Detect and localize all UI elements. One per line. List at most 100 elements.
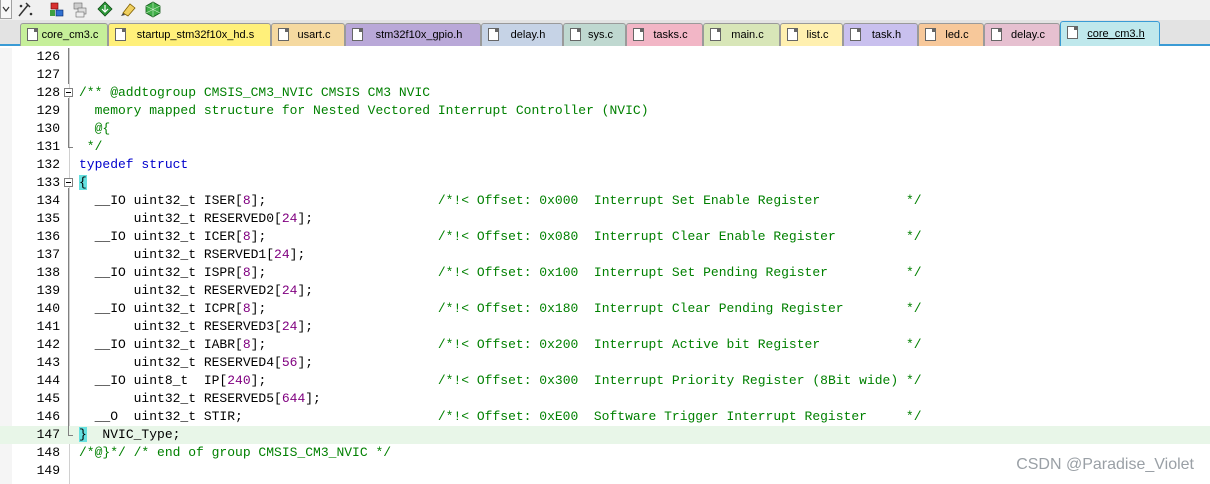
code-line[interactable]: 131 */	[0, 138, 1210, 156]
line-number: 146	[36, 409, 60, 424]
toolbar-dropdown[interactable]	[0, 0, 12, 19]
line-number: 144	[36, 373, 60, 388]
line-number: 145	[36, 391, 60, 406]
debug-icon[interactable]	[120, 1, 138, 18]
download-icon[interactable]	[96, 1, 114, 18]
code-text: uint32_t RESERVED4[56];	[79, 355, 314, 370]
tab-usart-c[interactable]: usart.c	[271, 23, 345, 46]
tab-tasks-c[interactable]: tasks.c	[626, 23, 703, 46]
line-number: 141	[36, 319, 60, 334]
code-text: /** @addtogroup CMSIS_CM3_NVIC CMSIS CM3…	[79, 85, 431, 100]
code-text: __IO uint32_t ICPR[8]; /*!< Offset: 0x18…	[79, 301, 922, 316]
code-line[interactable]: 147} NVIC_Type;	[0, 426, 1210, 444]
code-text: __IO uint32_t ISPR[8]; /*!< Offset: 0x10…	[79, 265, 922, 280]
tab-label: delay.h	[510, 29, 546, 41]
line-number: 126	[36, 49, 60, 64]
code-line[interactable]: 139 uint32_t RESERVED2[24];	[0, 282, 1210, 300]
tab-list-c[interactable]: list.c	[780, 23, 843, 46]
tab-label: usart.c	[297, 29, 331, 41]
tab-label: tasks.c	[653, 29, 688, 41]
line-number: 149	[36, 463, 60, 478]
line-number: 140	[36, 301, 60, 316]
tab-led-c[interactable]: led.c	[918, 23, 984, 46]
line-number: 142	[36, 337, 60, 352]
editor-tab-bar: core_cm3.c startup_stm32f10x_hd.s usart.…	[0, 20, 1210, 46]
tab-startup-stm32f10x-hd-s[interactable]: startup_stm32f10x_hd.s	[108, 23, 271, 46]
tab-stm32f10x-gpio-h[interactable]: stm32f10x_gpio.h	[345, 23, 481, 46]
code-line[interactable]: 142 __IO uint32_t IABR[8]; /*!< Offset: …	[0, 336, 1210, 354]
line-number: 138	[36, 265, 60, 280]
build-target-icon[interactable]	[48, 1, 66, 18]
code-line[interactable]: 137 uint32_t RSERVED1[24];	[0, 246, 1210, 264]
code-text: uint32_t RESERVED3[24];	[79, 319, 314, 334]
line-number: 137	[36, 247, 60, 262]
tab-label: list.c	[806, 29, 829, 41]
code-text: @{	[79, 121, 111, 136]
code-text: uint32_t RESERVED0[24];	[79, 211, 314, 226]
watermark: CSDN @Paradise_Violet	[1016, 456, 1194, 473]
line-number: 139	[36, 283, 60, 298]
code-text: } NVIC_Type;	[79, 427, 181, 442]
code-line[interactable]: 132 typedef struct	[0, 156, 1210, 174]
line-number: 136	[36, 229, 60, 244]
fold-toggle-icon[interactable]	[64, 88, 73, 97]
tab-task-h[interactable]: task.h	[843, 23, 918, 46]
dropdown-arrow-icon	[2, 6, 10, 12]
fold-end-mark	[68, 435, 73, 436]
code-editor[interactable]: 126 127 128 /** @addtogroup CMSIS_CM3_NVIC …	[0, 48, 1210, 484]
tab-core-cm3-c[interactable]: core_cm3.c	[20, 23, 108, 46]
code-text: __O uint32_t STIR; /*!< Offset: 0xE00 So…	[79, 409, 922, 424]
tab-label: main.c	[731, 29, 764, 41]
tab-label: startup_stm32f10x_hd.s	[136, 29, 255, 41]
code-line[interactable]: 143 uint32_t RESERVED4[56];	[0, 354, 1210, 372]
code-line[interactable]: 140 __IO uint32_t ICPR[8]; /*!< Offset: …	[0, 300, 1210, 318]
fold-end-mark	[68, 147, 73, 148]
tab-label: task.h	[871, 29, 902, 41]
line-number: 132	[36, 157, 60, 172]
code-line[interactable]: 141 uint32_t RESERVED3[24];	[0, 318, 1210, 336]
code-line[interactable]: 145 uint32_t RESERVED5[644];	[0, 390, 1210, 408]
code-text: typedef struct	[79, 157, 189, 172]
code-line[interactable]: 128 /** @addtogroup CMSIS_CM3_NVIC CMSIS …	[0, 84, 1210, 102]
code-text: {	[79, 175, 87, 190]
manage-components-icon[interactable]	[144, 1, 162, 18]
code-line[interactable]: 134 __IO uint32_t ISER[8]; /*!< Offset: …	[0, 192, 1210, 210]
line-number: 134	[36, 193, 60, 208]
code-text: __IO uint32_t ICER[8]; /*!< Offset: 0x08…	[79, 229, 922, 244]
line-number: 143	[36, 355, 60, 370]
wizard-icon[interactable]	[16, 1, 34, 18]
batch-build-icon[interactable]	[72, 1, 90, 18]
code-text: __IO uint8_t IP[240]; /*!< Offset: 0x300…	[79, 373, 922, 388]
code-line[interactable]: 138 __IO uint32_t ISPR[8]; /*!< Offset: …	[0, 264, 1210, 282]
tab-label: core_cm3.h	[1087, 28, 1145, 40]
fold-guide	[68, 48, 69, 84]
code-line[interactable]: 126	[0, 48, 1210, 66]
code-line[interactable]: 129 memory mapped structure for Nested V…	[0, 102, 1210, 120]
code-line[interactable]: 146 __O uint32_t STIR; /*!< Offset: 0xE0…	[0, 408, 1210, 426]
tab-delay-c[interactable]: delay.c	[984, 23, 1060, 46]
line-number: 135	[36, 211, 60, 226]
code-text: __IO uint32_t ISER[8]; /*!< Offset: 0x00…	[79, 193, 922, 208]
line-number: 148	[36, 445, 60, 460]
line-number: 129	[36, 103, 60, 118]
fold-guide	[68, 98, 69, 147]
code-line[interactable]: 133 {	[0, 174, 1210, 192]
tab-label: sys.c	[587, 29, 614, 41]
code-line[interactable]: 144 __IO uint8_t IP[240]; /*!< Offset: 0…	[0, 372, 1210, 390]
line-number: 131	[36, 139, 60, 154]
code-text: uint32_t RESERVED5[644];	[79, 391, 321, 406]
tab-main-c[interactable]: main.c	[703, 23, 780, 46]
code-line[interactable]: 130 @{	[0, 120, 1210, 138]
code-line[interactable]: 135 uint32_t RESERVED0[24];	[0, 210, 1210, 228]
tab-delay-h[interactable]: delay.h	[481, 23, 563, 46]
code-line[interactable]: 136 __IO uint32_t ICER[8]; /*!< Offset: …	[0, 228, 1210, 246]
code-text: uint32_t RESERVED2[24];	[79, 283, 314, 298]
tab-label: core_cm3.c	[41, 29, 99, 41]
tab-sys-c[interactable]: sys.c	[563, 23, 626, 46]
fold-toggle-icon[interactable]	[64, 178, 73, 187]
line-number: 127	[36, 67, 60, 82]
tab-core-cm3-h[interactable]: core_cm3.h	[1060, 21, 1160, 46]
code-text: uint32_t RSERVED1[24];	[79, 247, 306, 262]
code-line[interactable]: 127	[0, 66, 1210, 84]
toolbar	[0, 0, 1210, 20]
